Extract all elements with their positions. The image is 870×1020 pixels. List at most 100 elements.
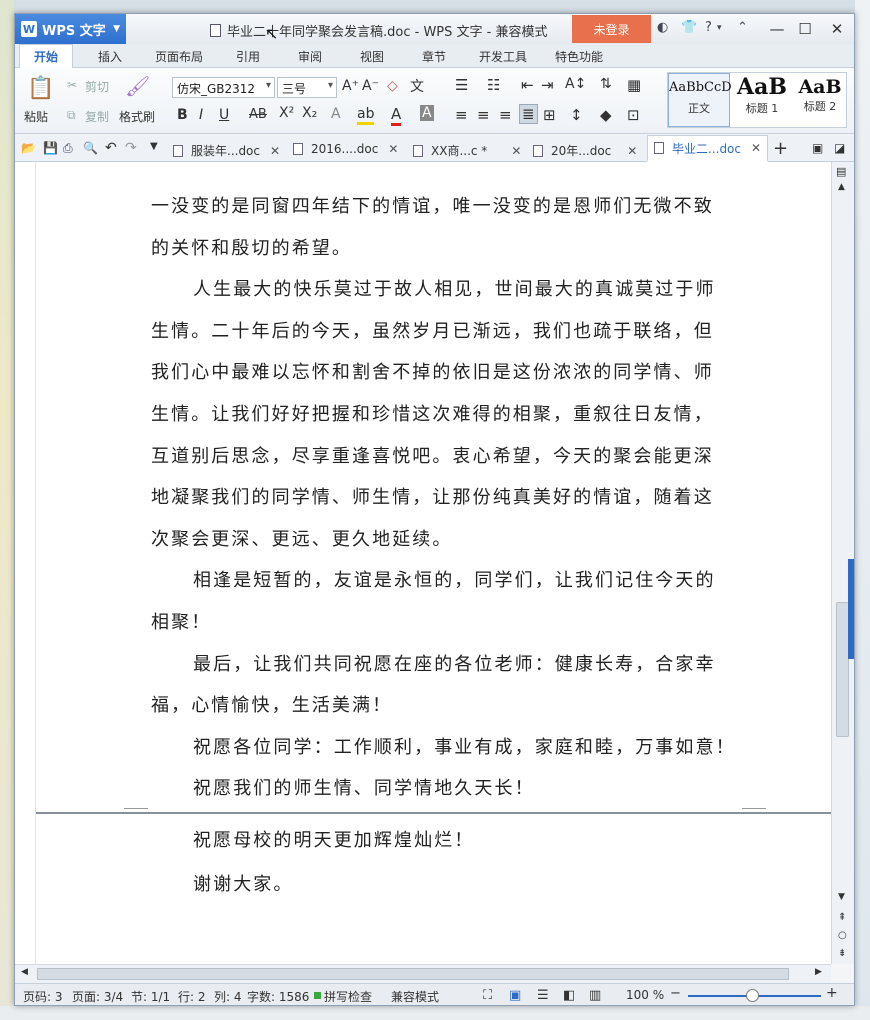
page-view-icon[interactable]: ▣	[509, 988, 521, 1003]
doc-tab-2[interactable]: 2016....doc ✕	[293, 142, 398, 156]
italic-icon[interactable]: I	[199, 107, 203, 123]
border-icon[interactable]: ⊡	[627, 106, 640, 124]
shirt-icon[interactable]: 👕	[681, 20, 697, 35]
doc-tab-5[interactable]: 毕业二...doc ✕	[647, 135, 769, 162]
shading-icon[interactable]: ◆	[600, 106, 612, 124]
strikethrough-icon[interactable]: AB	[249, 107, 267, 122]
fullscreen-icon[interactable]: ⛶	[483, 988, 492, 1003]
bullets-icon[interactable]: ☰	[455, 76, 468, 94]
close-tab-icon[interactable]: ✕	[511, 144, 521, 158]
spell-check-button[interactable]: 拼写检查	[324, 988, 372, 1005]
redo-icon[interactable]: ↷	[125, 140, 137, 156]
tab-references[interactable]: 引用	[236, 48, 260, 65]
open-icon[interactable]: 📂	[21, 141, 36, 155]
document-page-next[interactable]: 祝愿母校的明天更加辉煌灿烂！ 谢谢大家。	[36, 814, 832, 964]
tab-special-features[interactable]: 特色功能	[555, 48, 603, 65]
copy-button[interactable]: 复制	[85, 108, 109, 125]
tab-menu-icon[interactable]: ◪	[834, 141, 845, 155]
app-menu-button[interactable]: W WPS 文字 ▼	[15, 14, 126, 44]
tab-list-icon[interactable]: ▣	[812, 141, 823, 155]
change-case-icon[interactable]: A↕	[565, 76, 586, 92]
tab-chapter[interactable]: 章节	[422, 48, 446, 65]
print-icon[interactable]: ⎙	[63, 141, 73, 156]
shrink-font-icon[interactable]: A⁻	[362, 78, 379, 94]
doc-tab-1[interactable]: 服装年...doc ✕	[173, 142, 280, 159]
bold-icon[interactable]: B	[177, 107, 188, 123]
format-painter-button[interactable]: 格式刷	[119, 108, 155, 125]
tab-page-layout[interactable]: 页面布局	[155, 48, 203, 65]
highlight-icon[interactable]: ab	[357, 106, 375, 125]
char-shading-icon[interactable]: A	[420, 105, 434, 121]
undo-icon[interactable]: ↶	[105, 140, 117, 156]
web-view-icon[interactable]: ◧	[563, 988, 575, 1003]
scroll-down-icon[interactable]: ▼	[838, 892, 845, 902]
select-browse-icon[interactable]: ○	[838, 930, 847, 941]
scroll-menu-icon[interactable]: ▤	[836, 165, 846, 178]
prev-page-icon[interactable]: ⇞	[838, 912, 846, 923]
cut-icon[interactable]: ✂	[67, 78, 77, 92]
clear-format-icon[interactable]: ◇	[387, 78, 398, 94]
reading-view-icon[interactable]: ▥	[589, 988, 601, 1003]
zoom-in-icon[interactable]: +	[826, 985, 838, 1001]
line-spacing-icon[interactable]: ↕	[570, 106, 583, 124]
quick-access-dropdown-icon[interactable]: ▼	[150, 141, 158, 152]
side-panel-handle[interactable]	[848, 559, 854, 659]
horizontal-scrollbar[interactable]: ◀ ▶	[15, 964, 831, 983]
format-painter-icon[interactable]: 🖌	[125, 74, 150, 98]
distribute-icon[interactable]: ⊞	[543, 106, 556, 124]
pinyin-icon[interactable]: 文	[410, 76, 424, 96]
style-normal[interactable]: AaBbCcD 正文	[668, 73, 732, 127]
maximize-button[interactable]: ☐	[793, 18, 817, 40]
close-tab-icon[interactable]: ✕	[270, 144, 280, 158]
help-icon[interactable]: ?	[705, 20, 712, 35]
scroll-right-icon[interactable]: ▶	[815, 967, 822, 977]
justify-icon[interactable]: ≣	[519, 104, 538, 124]
increase-indent-icon[interactable]: ⇥	[541, 76, 554, 94]
next-page-icon[interactable]: ⇟	[838, 948, 846, 959]
zoom-level[interactable]: 100 %	[626, 988, 664, 1002]
tab-home[interactable]: 开始	[19, 44, 74, 69]
underline-icon[interactable]: U	[219, 107, 229, 123]
text-effect-icon[interactable]: A	[331, 106, 341, 122]
table-icon[interactable]: ▦	[627, 76, 641, 94]
superscript-icon[interactable]: X²	[279, 105, 294, 121]
login-button[interactable]: 未登录	[572, 15, 651, 43]
sort-icon[interactable]: ⇅	[600, 76, 612, 92]
outline-view-icon[interactable]: ☰	[537, 988, 549, 1003]
tab-developer[interactable]: 开发工具	[479, 48, 527, 65]
decrease-indent-icon[interactable]: ⇤	[521, 76, 534, 94]
doc-tab-3[interactable]: XX商...c * ✕	[413, 142, 521, 159]
font-name-combo[interactable]: 仿宋_GB2312	[172, 77, 275, 98]
align-center-icon[interactable]: ≡	[477, 106, 490, 124]
font-color-icon[interactable]: A	[391, 105, 402, 126]
close-tab-icon[interactable]: ✕	[388, 142, 398, 156]
paste-button[interactable]: 粘贴	[24, 108, 48, 125]
grow-font-icon[interactable]: A⁺	[342, 78, 359, 94]
paste-icon[interactable]: 📋	[27, 76, 54, 101]
align-right-icon[interactable]: ≡	[499, 106, 512, 124]
close-tab-icon[interactable]: ✕	[751, 141, 761, 155]
tab-insert[interactable]: 插入	[98, 48, 122, 65]
tab-review[interactable]: 审阅	[298, 48, 322, 65]
new-tab-icon[interactable]: +	[773, 138, 788, 159]
document-area[interactable]: 一没变的是同窗四年结下的情谊，唯一没变的是恩师们无微不致 的关怀和殷切的希望。 人生…	[15, 162, 837, 964]
cut-button[interactable]: 剪切	[85, 78, 109, 95]
save-icon[interactable]: 💾	[43, 141, 58, 155]
close-button[interactable]: ✕	[825, 18, 849, 40]
help-dropdown-icon[interactable]: ▾	[717, 23, 722, 33]
status-word-count[interactable]: 字数: 1586	[247, 988, 309, 1005]
align-left-icon[interactable]: ≡	[455, 106, 468, 124]
copy-icon[interactable]: ⧉	[67, 108, 76, 123]
subscript-icon[interactable]: X₂	[302, 105, 317, 121]
collapse-ribbon-icon[interactable]: ⌃	[737, 20, 748, 35]
numbering-icon[interactable]: ☷	[487, 76, 500, 94]
tab-view[interactable]: 视图	[360, 48, 384, 65]
horizontal-scroll-thumb[interactable]	[37, 968, 789, 980]
doc-tab-4[interactable]: 20年...doc ✕	[533, 142, 637, 159]
zoom-slider-knob[interactable]	[746, 989, 759, 1002]
scroll-left-icon[interactable]: ◀	[21, 967, 28, 977]
document-page[interactable]: 一没变的是同窗四年结下的情谊，唯一没变的是恩师们无微不致 的关怀和殷切的希望。 人生…	[36, 162, 832, 812]
zoom-out-icon[interactable]: −	[670, 986, 681, 1001]
close-tab-icon[interactable]: ✕	[627, 144, 637, 158]
style-heading1[interactable]: AaB 标题 1	[732, 73, 792, 127]
